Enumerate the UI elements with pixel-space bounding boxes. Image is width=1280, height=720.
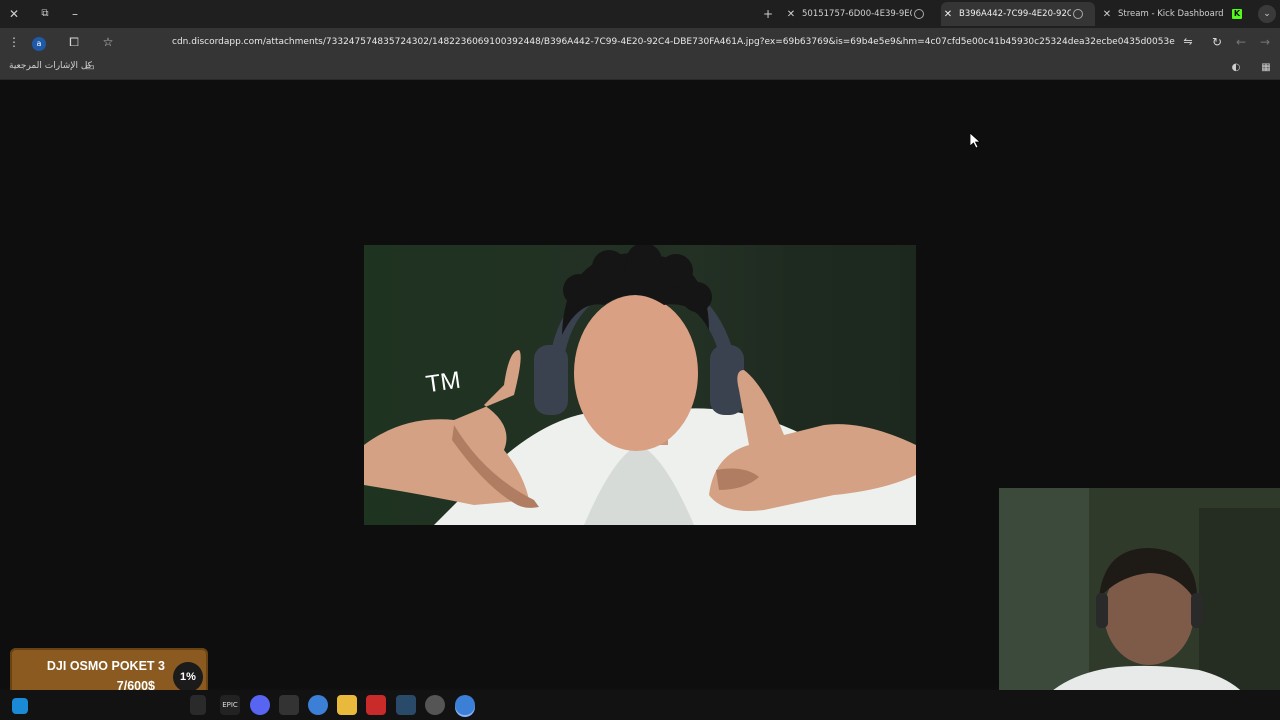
apps-grid-icon[interactable]: ▦: [1258, 60, 1274, 76]
tab-3[interactable]: ✕ Stream - Kick Dashboard K: [1100, 2, 1252, 26]
profile-avatar[interactable]: a: [30, 33, 48, 51]
address-bar[interactable]: cdn.discordapp.com/attachments/733247574…: [172, 34, 1175, 50]
menu-icon[interactable]: ⋮: [5, 33, 23, 51]
viewed-image[interactable]: TM: [364, 245, 916, 525]
webcam-overlay: [999, 488, 1280, 720]
tab-title: 50151757-6D00-4E39-9E03-32: [802, 9, 912, 19]
folder-icon[interactable]: ▭: [82, 60, 98, 76]
address-toolbar: ⋮ a ⧠ ☆ cdn.discordapp.com/attachments/7…: [0, 28, 1280, 56]
taskbar: EPIC: [0, 690, 1280, 720]
close-tab-icon[interactable]: ✕: [941, 9, 955, 20]
avatar: a: [32, 37, 46, 51]
close-tab-icon[interactable]: ✕: [1100, 9, 1114, 20]
obs-icon[interactable]: [279, 695, 299, 715]
kick-icon: K: [1232, 9, 1242, 19]
globe-icon: [914, 9, 924, 19]
tab-2-active[interactable]: ✕ B396A442-7C99-4E20-92C4-DB: [941, 2, 1095, 26]
arc-icon[interactable]: [366, 695, 386, 715]
tab-1[interactable]: ✕ 50151757-6D00-4E39-9E03-32: [784, 2, 936, 26]
steam-icon[interactable]: [396, 695, 416, 715]
back-icon[interactable]: →: [1256, 33, 1274, 51]
all-bookmarks-label[interactable]: كل الإشارات المرجعية: [9, 61, 92, 71]
tab-title: Stream - Kick Dashboard: [1118, 9, 1224, 19]
goal-title: DJI OSMO POKET 3: [46, 659, 165, 673]
site-settings-icon[interactable]: ⇋: [1179, 33, 1197, 51]
tab-strip: ✕ ⧉ – + ✕ 50151757-6D00-4E39-9E03-32 ✕ B…: [0, 0, 1280, 28]
chrome-icon[interactable]: [308, 695, 328, 715]
tab-title: B396A442-7C99-4E20-92C4-DB: [959, 9, 1071, 19]
minimize-window-icon[interactable]: –: [66, 5, 84, 23]
webcam-feed: [999, 488, 1280, 720]
file-explorer-icon[interactable]: [337, 695, 357, 715]
close-tab-icon[interactable]: ✕: [784, 9, 798, 20]
goal-percent-badge: 1%: [173, 662, 203, 692]
game-icon[interactable]: [425, 695, 445, 715]
restore-window-icon[interactable]: ⧉: [36, 5, 54, 23]
reload-icon[interactable]: ↻: [1208, 33, 1226, 51]
globe-icon: [1073, 9, 1083, 19]
chrome-active-icon[interactable]: [455, 695, 475, 715]
tm-text: TM: [424, 366, 463, 399]
close-window-icon[interactable]: ✕: [5, 5, 23, 23]
bookmark-star-icon[interactable]: ☆: [99, 33, 117, 51]
mouse-cursor-icon: [969, 132, 982, 153]
forward-icon[interactable]: ←: [1232, 33, 1250, 51]
discord-icon[interactable]: [250, 695, 270, 715]
tab-search-icon[interactable]: ⌄: [1258, 5, 1276, 23]
epic-games-icon[interactable]: EPIC: [220, 695, 240, 715]
task-view-icon[interactable]: [190, 695, 206, 715]
browser-logo-icon[interactable]: ◐: [1228, 60, 1244, 76]
bookmarks-bar: كل الإشارات المرجعية ▭ ◐ ▦: [0, 56, 1280, 80]
extensions-icon[interactable]: ⧠: [65, 33, 83, 51]
new-tab-button[interactable]: +: [759, 5, 777, 23]
start-icon[interactable]: [12, 698, 28, 714]
